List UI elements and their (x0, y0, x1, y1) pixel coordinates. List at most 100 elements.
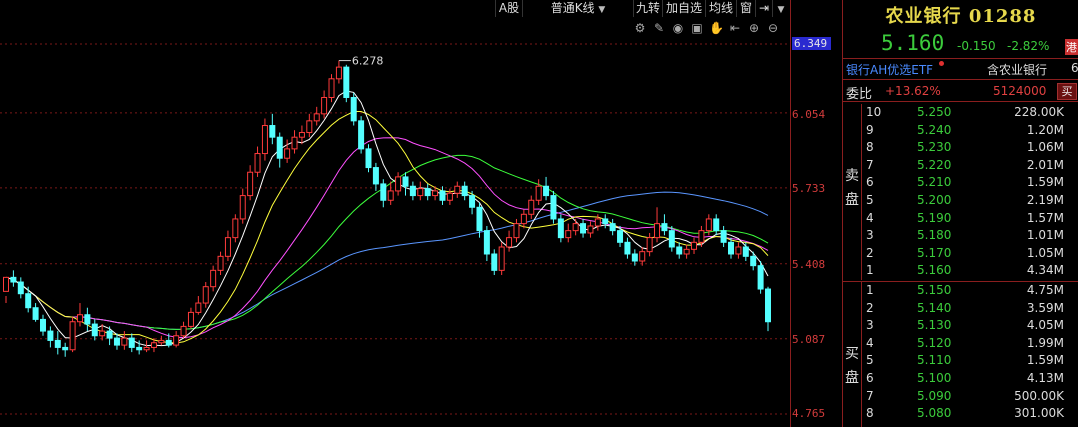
chart-icon-bar: ⚙ ✎ ◉ ▣ ✋ ⇤ ⊕ ⊖ (633, 21, 780, 35)
bid-rows: 1 5.150 4.75M 2 5.140 3.59M 3 5.130 4.05M 4 5.120 1… (861, 282, 1078, 427)
candle-body (358, 120, 365, 150)
hand-icon[interactable]: ✋ (709, 21, 724, 35)
ask-level: 7 (866, 157, 874, 172)
candle-body (158, 339, 165, 344)
ask-rows: 10 5.250 228.00K 9 5.240 1.20M 8 5.230 1.06M 7 5.2… (861, 104, 1078, 280)
candle-body (594, 218, 601, 227)
candle-body (757, 265, 764, 290)
candle-body (17, 281, 24, 295)
bid-level: 3 (866, 318, 874, 333)
ask-level: 4 (866, 210, 874, 225)
market-selector[interactable]: A股 (495, 0, 522, 17)
committee-label: 委比 (846, 87, 873, 102)
candle-body (343, 66, 350, 98)
ask-row[interactable]: 8 5.230 1.06M (862, 139, 1078, 157)
kline-chart-area[interactable]: 6.278 A股 普通K线 ▼ 九转 加自选 均线 窗 ⇥ ▼ ⚙ ✎ ◉ ▣ … (0, 0, 790, 427)
candle-body (84, 314, 91, 325)
candle-body (409, 185, 416, 197)
bid-row[interactable]: 4 5.120 1.99M (862, 335, 1078, 353)
bid-row[interactable]: 1 5.150 4.75M (862, 282, 1078, 300)
bid-level: 6 (866, 371, 874, 385)
ask-row[interactable]: 5 5.200 2.19M (862, 192, 1078, 210)
candle-body (750, 255, 757, 267)
buy-button[interactable]: 买 (1057, 83, 1077, 100)
moving-average-button[interactable]: 均线 (705, 0, 736, 17)
candle-body (646, 237, 653, 253)
related-count: 6 (1071, 61, 1078, 75)
candle-body (76, 314, 83, 323)
candle-body (557, 218, 564, 239)
undo-icon[interactable]: ⇤ (728, 21, 742, 35)
candle-body (572, 223, 579, 232)
candle-body (550, 195, 557, 220)
quote-panel: 农业银行 01288 5.160 -0.150 -2.82% 港 银行AH优选E… (842, 0, 1078, 427)
related-label: 含农业银行 (987, 63, 1048, 77)
candle-body (624, 241, 631, 255)
candle-body (372, 167, 379, 185)
candle-body (617, 230, 624, 243)
draw-tool-icon[interactable]: ✎ (652, 21, 666, 35)
candle-body (32, 307, 39, 320)
candle-body (91, 323, 98, 337)
bid-volume: 500.00K (1014, 388, 1064, 403)
bid-row[interactable]: 3 5.130 4.05M (862, 317, 1078, 335)
ask-volume: 1.20M (1026, 122, 1064, 137)
candle-body (328, 78, 335, 98)
candle-body (691, 241, 698, 250)
ask-level: 2 (866, 245, 874, 260)
nine-turn-button[interactable]: 九转 (633, 0, 662, 17)
bid-price: 5.090 (917, 388, 952, 403)
zoom-out-icon[interactable]: ⊖ (766, 21, 780, 35)
bid-row[interactable]: 7 5.090 500.00K (862, 388, 1078, 406)
ask-row[interactable]: 9 5.240 1.20M (862, 122, 1078, 140)
ask-volume: 2.19M (1026, 193, 1064, 207)
lock-icon[interactable]: ▣ (690, 21, 704, 35)
candle-body (520, 213, 527, 225)
ask-row[interactable]: 7 5.220 2.01M (862, 157, 1078, 175)
chart-toolbar: A股 普通K线 ▼ 九转 加自选 均线 窗 ⇥ ▼ (0, 0, 790, 18)
ask-row[interactable]: 10 5.250 228.00K (862, 104, 1078, 122)
candle-body (698, 230, 705, 243)
collapse-panel-icon[interactable]: ⇥ (755, 0, 772, 17)
bid-level: 2 (866, 300, 874, 315)
candle-body (232, 218, 239, 239)
candle-body (269, 125, 276, 138)
kline-chart[interactable]: 6.278 (0, 0, 790, 427)
ask-level: 5 (866, 193, 874, 207)
ask-row[interactable]: 1 5.160 4.34M (862, 262, 1078, 280)
ask-row[interactable]: 4 5.190 1.57M (862, 210, 1078, 228)
eye-icon[interactable]: ◉ (671, 21, 685, 35)
etf-row[interactable]: 银行AH优选ETF 含农业银行 6 (843, 58, 1078, 80)
buy-side-label: 买 盘 (843, 342, 861, 390)
bid-row[interactable]: 6 5.100 4.13M (862, 370, 1078, 388)
etf-link[interactable]: 银行AH优选ETF (846, 61, 933, 78)
bid-row[interactable]: 5 5.110 1.59M (862, 352, 1078, 370)
settings-icon[interactable]: ⚙ (633, 21, 647, 35)
bid-volume: 1.59M (1026, 353, 1064, 368)
zoom-in-icon[interactable]: ⊕ (747, 21, 761, 35)
candle-body (143, 346, 150, 351)
bid-volume: 4.75M (1026, 283, 1064, 297)
candle-body (239, 195, 246, 220)
menu-dropdown-icon[interactable]: ▼ (772, 0, 789, 17)
candle-body (180, 325, 187, 337)
bid-price: 5.140 (917, 300, 952, 315)
candle-body (683, 248, 690, 255)
ask-volume: 1.01M (1026, 228, 1064, 243)
window-button[interactable]: 窗 (736, 0, 755, 17)
candle-body (705, 218, 712, 232)
add-watchlist-button[interactable]: 加自选 (662, 0, 705, 17)
bid-row[interactable]: 2 5.140 3.59M (862, 300, 1078, 318)
bid-row[interactable]: 8 5.080 301.00K (862, 405, 1078, 423)
high-price-label: 6.278 (352, 55, 384, 68)
ask-price: 5.180 (917, 228, 952, 243)
ask-row[interactable]: 2 5.170 1.05M (862, 245, 1078, 263)
candle-body (543, 185, 550, 197)
candle-body (387, 190, 394, 201)
ask-row[interactable]: 3 5.180 1.01M (862, 227, 1078, 245)
bid-price: 5.150 (917, 283, 952, 297)
ask-row[interactable]: 6 5.210 1.59M (862, 174, 1078, 192)
last-price: 5.160 (881, 31, 945, 55)
kline-type-selector[interactable]: 普通K线 ▼ (522, 0, 633, 17)
candle-body (661, 223, 668, 232)
